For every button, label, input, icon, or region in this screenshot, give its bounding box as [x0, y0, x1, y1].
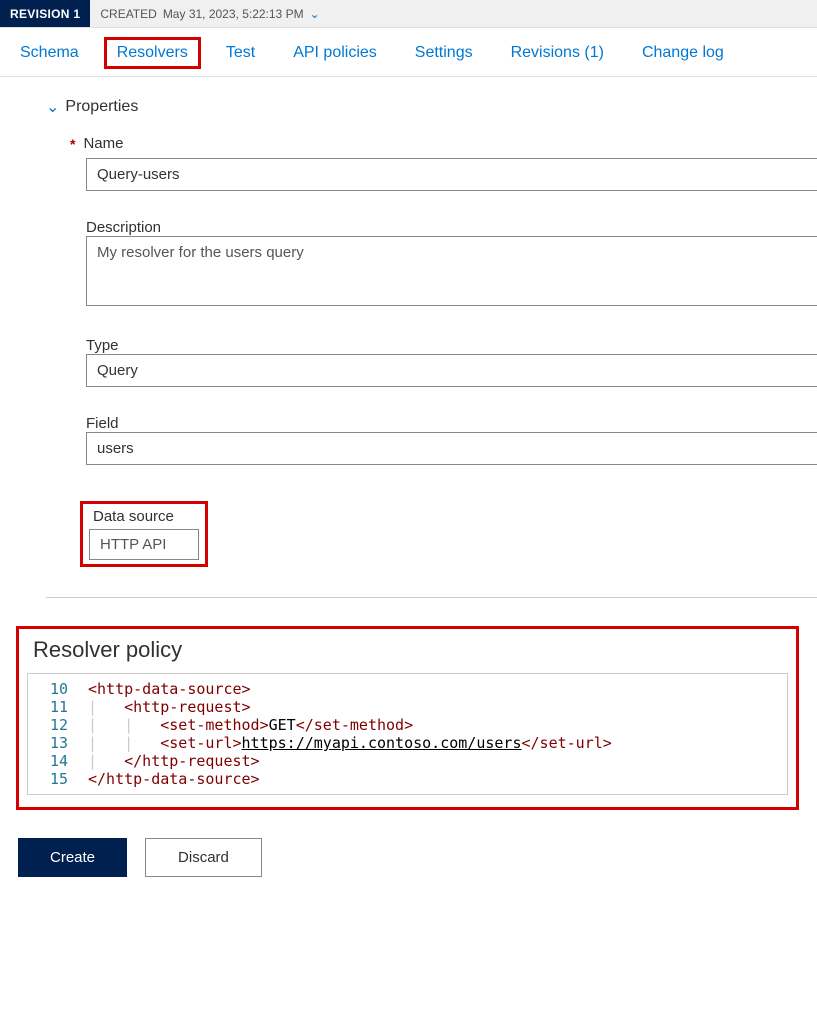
description-label: Description — [86, 219, 817, 236]
field-description-group: Description My resolver for the users qu… — [46, 219, 817, 309]
field-type-group: Type — [46, 337, 817, 387]
revision-created[interactable]: CREATED May 31, 2023, 5:22:13 PM ⌄ — [90, 0, 329, 27]
tab-revisions[interactable]: Revisions (1) — [511, 44, 604, 62]
tab-test[interactable]: Test — [226, 44, 255, 62]
data-source-highlight: Data source — [80, 501, 208, 567]
code-line[interactable]: 13| | <set-url>https://myapi.contoso.com… — [28, 734, 787, 752]
tab-change-log[interactable]: Change log — [642, 44, 724, 62]
content-area: ⌄ Properties * Name Description My resol… — [0, 77, 817, 810]
line-number: 10 — [28, 680, 88, 698]
chevron-down-icon: ⌄ — [310, 7, 320, 21]
data-source-label: Data source — [89, 508, 199, 525]
code-line[interactable]: 15</http-data-source> — [28, 770, 787, 788]
resolver-policy-title: Resolver policy — [27, 637, 788, 663]
field-label: Field — [86, 415, 817, 432]
code-content: | </http-request> — [88, 752, 260, 770]
line-number: 11 — [28, 698, 88, 716]
code-line[interactable]: 11| <http-request> — [28, 698, 787, 716]
data-source-input[interactable] — [89, 529, 199, 560]
divider — [46, 597, 817, 598]
field-field-group: Field — [46, 415, 817, 465]
resolver-policy-highlight: Resolver policy 10<http-data-source>11| … — [16, 626, 799, 810]
chevron-down-icon: ⌄ — [46, 97, 59, 117]
tab-resolvers[interactable]: Resolvers — [104, 37, 201, 69]
code-line[interactable]: 12| | <set-method>GET</set-method> — [28, 716, 787, 734]
discard-button[interactable]: Discard — [145, 838, 262, 877]
type-input[interactable] — [86, 354, 817, 387]
revision-badge: REVISION 1 — [0, 0, 90, 27]
line-number: 14 — [28, 752, 88, 770]
name-label: Name — [83, 135, 123, 152]
properties-header[interactable]: ⌄ Properties — [46, 97, 817, 117]
tabs-bar: Schema Resolvers Test API policies Setti… — [0, 28, 817, 77]
footer-actions: Create Discard — [0, 810, 817, 893]
field-name-group: * Name — [46, 135, 817, 191]
description-input[interactable]: My resolver for the users query — [86, 236, 817, 306]
code-content: | | <set-url>https://myapi.contoso.com/u… — [88, 734, 612, 752]
code-editor[interactable]: 10<http-data-source>11| <http-request>12… — [27, 673, 788, 795]
code-line[interactable]: 10<http-data-source> — [28, 680, 787, 698]
create-button[interactable]: Create — [18, 838, 127, 877]
code-content: | | <set-method>GET</set-method> — [88, 716, 413, 734]
tab-api-policies[interactable]: API policies — [293, 44, 377, 62]
tab-schema[interactable]: Schema — [20, 44, 79, 62]
line-number: 13 — [28, 734, 88, 752]
code-line[interactable]: 14| </http-request> — [28, 752, 787, 770]
field-input[interactable] — [86, 432, 817, 465]
line-number: 12 — [28, 716, 88, 734]
revision-bar: REVISION 1 CREATED May 31, 2023, 5:22:13… — [0, 0, 817, 28]
required-marker: * — [70, 136, 75, 152]
code-content: </http-data-source> — [88, 770, 260, 788]
tab-settings[interactable]: Settings — [415, 44, 473, 62]
code-content: | <http-request> — [88, 698, 251, 716]
created-label: CREATED — [100, 7, 156, 21]
created-value: May 31, 2023, 5:22:13 PM — [163, 7, 304, 21]
line-number: 15 — [28, 770, 88, 788]
type-label: Type — [86, 337, 817, 354]
name-input[interactable] — [86, 158, 817, 191]
properties-label: Properties — [65, 98, 138, 116]
code-content: <http-data-source> — [88, 680, 251, 698]
